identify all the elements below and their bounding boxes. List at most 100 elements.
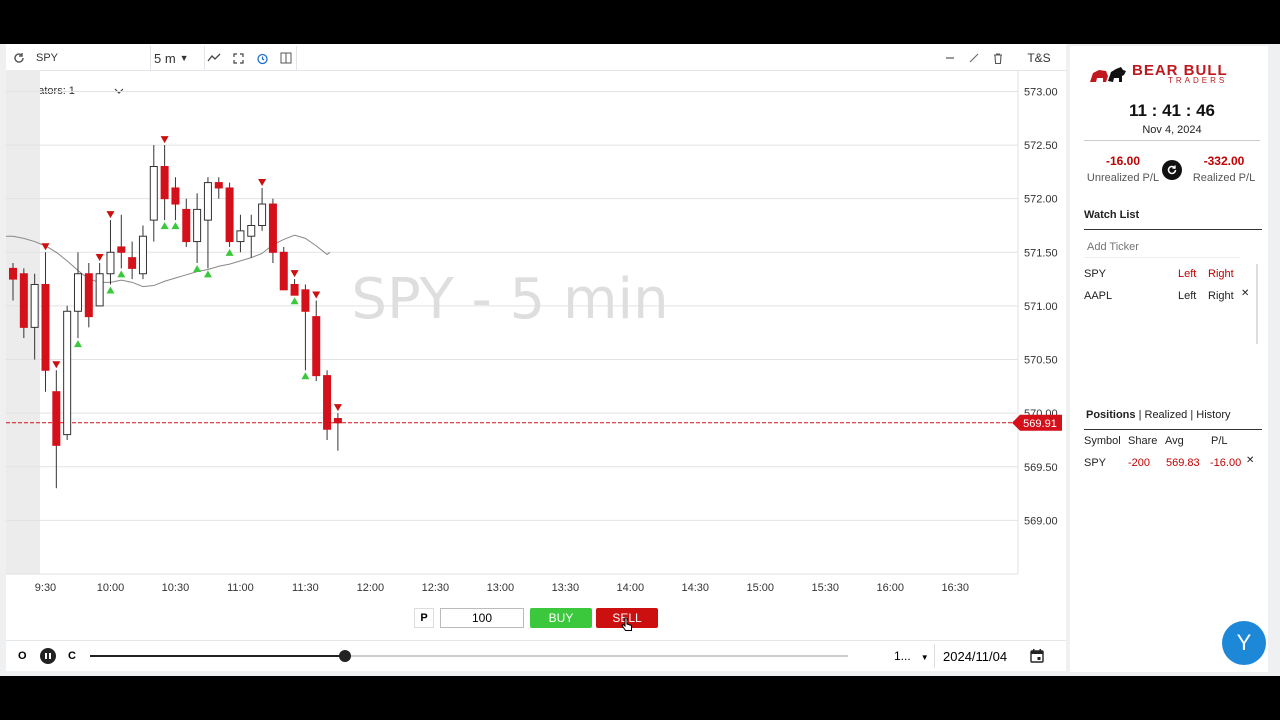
watchlist-symbol: AAPL — [1084, 290, 1113, 302]
remove-icon[interactable]: ✕ — [1241, 288, 1249, 299]
candle-down — [9, 267, 17, 280]
candle-up — [95, 273, 104, 307]
candle-up — [203, 182, 212, 221]
x-tick-label: 9:30 — [35, 582, 56, 594]
buy-signal-marker — [73, 340, 82, 348]
position-symbol: SPY — [1084, 457, 1107, 469]
candle-up — [247, 224, 256, 237]
close-position-icon[interactable]: ✕ — [1246, 455, 1254, 466]
positions-tabs: Positions | Realized | History — [1086, 409, 1231, 421]
candle-down — [160, 166, 169, 200]
sell-signal-marker — [258, 178, 267, 186]
clock-date: Nov 4, 2024 — [1142, 124, 1202, 136]
buy-signal-marker — [301, 372, 310, 380]
open-label[interactable]: O — [18, 650, 27, 662]
watchlist-right-button[interactable]: Right — [1208, 268, 1234, 280]
x-tick-label: 10:00 — [97, 582, 125, 594]
candle-down — [312, 316, 321, 377]
date-input[interactable]: 2024/11/04 — [943, 649, 1007, 664]
position-row[interactable]: SPY -200 569.83 -16.00 ✕ — [1084, 455, 1262, 473]
candle-up — [30, 283, 39, 328]
x-tick-label: 12:00 — [357, 582, 385, 594]
candle-down — [19, 273, 28, 328]
candle-up — [258, 203, 267, 226]
candle-down — [128, 257, 137, 269]
y-tick-label: 569.50 — [1024, 462, 1058, 474]
x-tick-label: 14:00 — [617, 582, 645, 594]
candle-up — [73, 273, 82, 312]
scrollbar[interactable] — [1256, 264, 1258, 344]
pause-icon[interactable] — [40, 648, 56, 664]
y-tick-label: 571.50 — [1024, 247, 1058, 259]
candle-down — [117, 246, 126, 253]
candle-down — [225, 187, 234, 243]
calendar-icon[interactable] — [1030, 648, 1044, 666]
tab-positions[interactable]: Positions — [1086, 409, 1136, 421]
watchlist-item[interactable]: SPY Left Right — [1084, 268, 1260, 284]
x-tick-label: 16:30 — [941, 582, 969, 594]
close-label[interactable]: C — [68, 650, 76, 662]
sell-signal-marker — [333, 404, 342, 412]
candle-up — [106, 251, 115, 275]
col-pl: P/L — [1211, 435, 1228, 447]
candle-down — [171, 187, 180, 205]
candle-down — [84, 273, 93, 318]
tab-separator: | — [1190, 409, 1194, 421]
position-toggle[interactable]: P — [414, 608, 434, 628]
candle-down — [214, 182, 223, 189]
watchlist-symbol: SPY — [1084, 268, 1107, 280]
y-tick-label: 572.50 — [1024, 140, 1058, 152]
tab-realized[interactable]: Realized — [1145, 409, 1188, 421]
buy-signal-marker — [160, 222, 169, 230]
chevron-down-icon: ▼ — [920, 653, 929, 662]
sell-signal-marker — [41, 243, 50, 251]
unrealized-pl-label: Unrealized P/L — [1086, 172, 1160, 184]
add-ticker-input[interactable] — [1084, 236, 1240, 258]
x-tick-label: 13:00 — [487, 582, 515, 594]
quantity-input[interactable] — [440, 608, 524, 628]
candle-up — [149, 166, 158, 221]
buy-signal-marker — [203, 270, 212, 278]
x-tick-label: 11:00 — [227, 582, 254, 594]
position-avg: 569.83 — [1166, 457, 1200, 469]
watchlist-right-button[interactable]: Right — [1208, 290, 1234, 302]
position-share: -200 — [1128, 457, 1151, 469]
unrealized-pl-value: -16.00 — [1105, 154, 1141, 168]
watchlist-title: Watch List — [1084, 209, 1140, 221]
sell-signal-marker — [312, 291, 321, 299]
buy-button[interactable]: BUY — [530, 608, 592, 628]
candle-down — [333, 418, 342, 424]
slider-thumb[interactable] — [339, 650, 352, 662]
tab-history[interactable]: History — [1196, 409, 1230, 421]
reset-icon[interactable] — [1162, 160, 1182, 180]
candle-down — [290, 283, 299, 296]
x-tick-label: 16:00 — [876, 582, 904, 594]
buy-signal-marker — [290, 297, 299, 305]
watchlist-left-button[interactable]: Left — [1178, 268, 1196, 280]
x-tick-label: 15:00 — [747, 582, 775, 594]
y-tick-label: 573.00 — [1024, 86, 1058, 98]
candle-up — [138, 235, 147, 275]
user-avatar[interactable]: Y — [1222, 621, 1266, 665]
candle-up — [193, 208, 202, 243]
watchlist-left-button[interactable]: Left — [1178, 290, 1196, 302]
x-tick-label: 13:30 — [552, 582, 580, 594]
col-symbol: Symbol — [1084, 435, 1121, 447]
x-tick-label: 10:30 — [162, 582, 190, 594]
sell-signal-marker — [95, 254, 104, 262]
playback-slider[interactable] — [90, 650, 848, 662]
candle-down — [268, 203, 277, 253]
position-pl: -16.00 — [1210, 457, 1242, 469]
candle-down — [323, 375, 332, 430]
x-tick-label: 14:30 — [682, 582, 710, 594]
last-price-label: 569.91 — [1023, 418, 1057, 430]
chart-watermark: SPY - 5 min — [351, 267, 668, 332]
divider — [1084, 429, 1262, 430]
playback-bar: O C 1... ▼ 2024/11/04 — [6, 640, 1066, 671]
col-share: Share — [1128, 435, 1158, 447]
watchlist-item[interactable]: AAPL Left Right ✕ — [1084, 288, 1260, 306]
account-panel: BEAR BULL TRADERS 11 : 41 : 46 Nov 4, 20… — [1070, 46, 1268, 672]
brand-sub: TRADERS — [1168, 76, 1228, 85]
slider-fill — [90, 655, 346, 657]
speed-select[interactable]: 1... ▼ — [894, 649, 929, 663]
